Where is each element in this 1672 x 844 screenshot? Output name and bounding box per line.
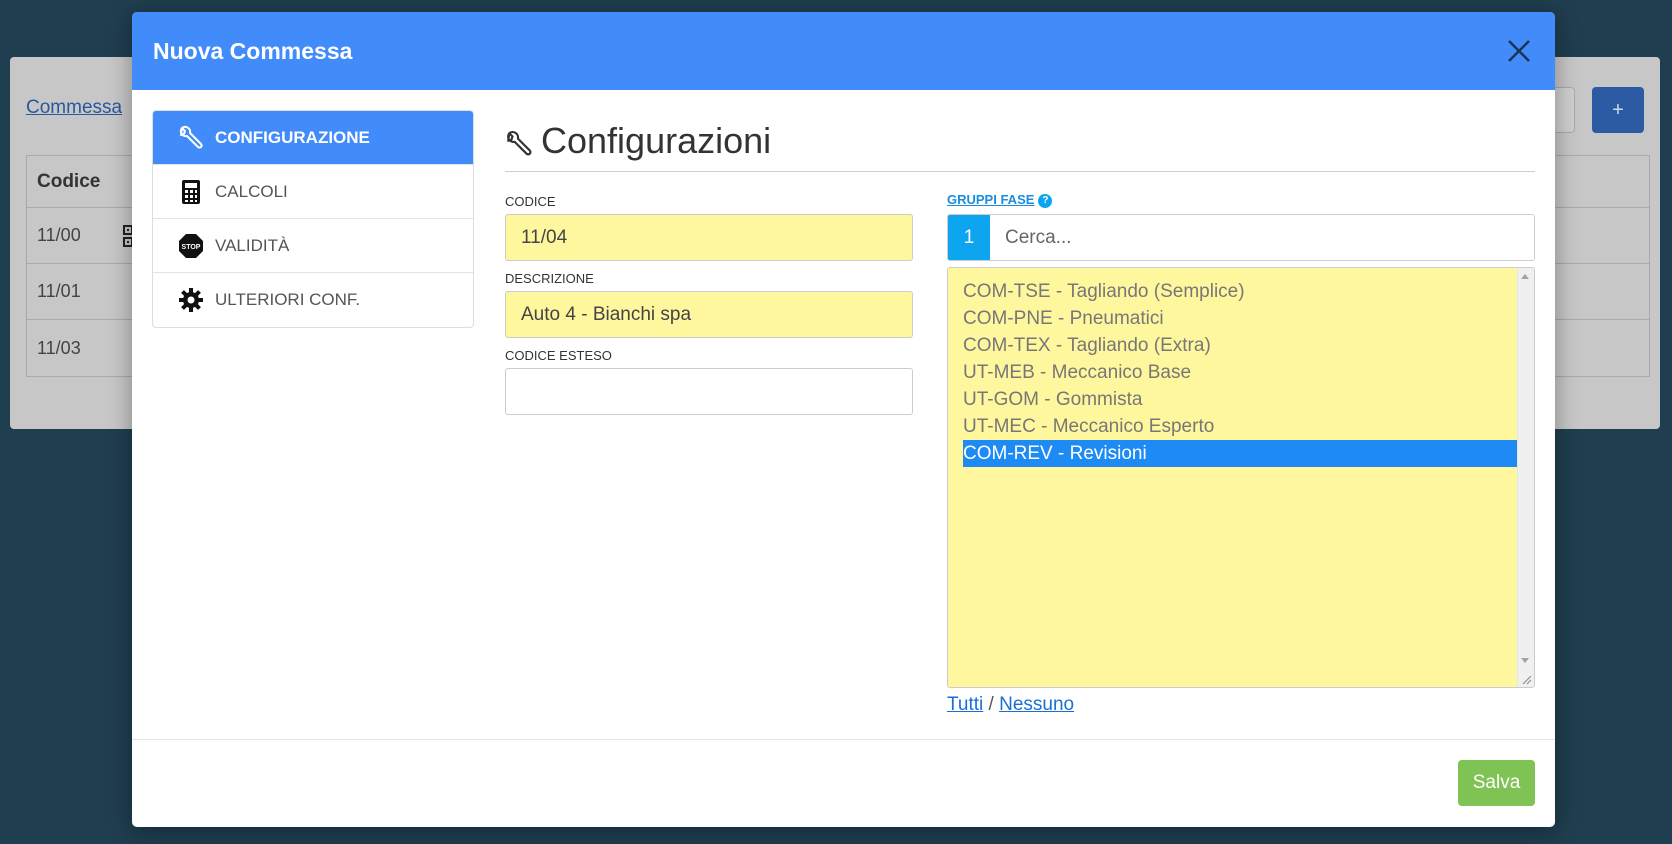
svg-text:STOP: STOP [182,244,201,251]
nav-label: ULTERIORI CONF. [215,290,361,309]
list-item[interactable]: UT-MEB - Meccanico Base [963,359,1517,386]
list-item[interactable]: COM-TEX - Tagliando (Extra) [963,332,1517,359]
modal-body: CONFIGURAZIONE CALCOLI STOP VALIDITÀ ULT… [132,90,1555,739]
codice-esteso-field[interactable] [505,368,913,415]
stop-sign-icon: STOP [177,232,205,260]
table-cell-codice: 11/01 [37,281,81,301]
select-none-link[interactable]: Nessuno [999,694,1074,715]
gruppi-fase-search: 1 [947,214,1535,261]
table-cell-codice: 11/03 [37,337,81,358]
gruppi-fase-text: GRUPPI FASE [947,192,1035,207]
save-button[interactable]: Salva [1458,760,1535,806]
modal-header: Nuova Commessa [132,12,1555,90]
gruppi-fase-label[interactable]: GRUPPI FASE? [947,192,1053,208]
nav-item-ulteriori-conf[interactable]: ULTERIORI CONF. [153,273,473,327]
modal-title: Nuova Commessa [153,37,353,64]
section-header: Configurazioni [505,110,1535,172]
wrench-icon [177,124,205,152]
add-button[interactable]: + [1592,87,1644,133]
list-item-selected[interactable]: COM-REV - Revisioni [963,440,1517,467]
gruppi-fase-listbox[interactable]: COM-TSE - Tagliando (Semplice) COM-PNE -… [947,267,1535,688]
wrench-icon [507,130,532,155]
codice-label: CODICE [505,194,556,209]
link-separator: / [988,694,994,715]
nav-label: CALCOLI [215,181,288,201]
list-item[interactable]: COM-PNE - Pneumatici [963,305,1517,332]
nav-label: CONFIGURAZIONE [215,127,370,147]
descrizione-label: DESCRIZIONE [505,271,594,286]
listbox-scrollbar[interactable] [1517,268,1534,687]
list-item[interactable]: UT-MEC - Meccanico Esperto [963,413,1517,440]
resize-grip-icon[interactable] [1520,673,1532,685]
nav-item-validita[interactable]: STOP VALIDITÀ [153,219,473,273]
descrizione-field[interactable] [505,291,913,338]
selected-count-badge: 1 [948,215,990,260]
list-item[interactable]: UT-GOM - Gommista [963,386,1517,413]
close-icon[interactable] [1504,36,1534,66]
modal-footer: Salva [132,739,1555,827]
config-nav: CONFIGURAZIONE CALCOLI STOP VALIDITÀ ULT… [152,110,474,328]
help-icon[interactable]: ? [1038,193,1053,208]
breadcrumb-commessa-link[interactable]: Commessa [26,97,122,119]
selection-links: Tutti / Nessuno [947,694,1074,716]
codice-field[interactable] [505,214,913,261]
codice-esteso-label: CODICE ESTESO [505,348,612,363]
table-cell-codice: 11/00 [37,225,81,245]
select-all-link[interactable]: Tutti [947,694,983,715]
list-item[interactable]: COM-TSE - Tagliando (Semplice) [963,278,1517,305]
nav-label: VALIDITÀ [215,235,290,255]
calculator-icon [177,178,205,206]
nav-item-calcoli[interactable]: CALCOLI [153,165,473,219]
section-title: Configurazioni [541,119,772,161]
nav-item-configurazione[interactable]: CONFIGURAZIONE [153,111,473,165]
nuova-commessa-modal: Nuova Commessa CONFIGURAZIONE CALCOLI ST… [132,12,1555,827]
gear-icon [177,286,205,314]
search-input[interactable] [990,215,1534,260]
scroll-down-arrow-icon[interactable] [1521,658,1529,663]
scroll-up-arrow-icon[interactable] [1521,274,1529,279]
